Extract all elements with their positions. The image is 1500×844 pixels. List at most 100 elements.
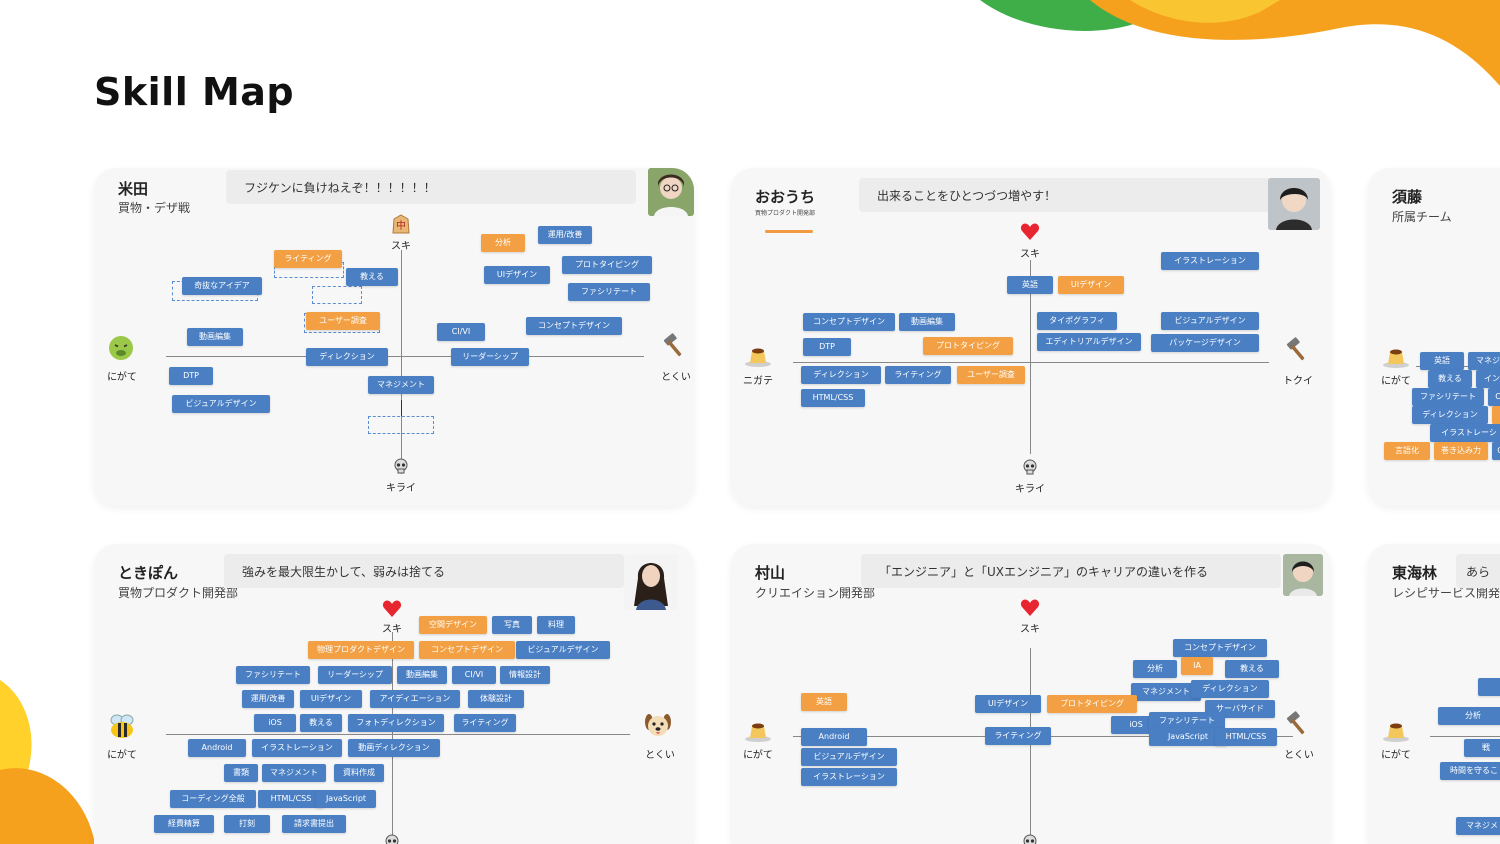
axis-label-right: とくい <box>661 372 691 383</box>
skill-tag: ライティング <box>274 250 342 268</box>
skill-tag: タイポグラフィ <box>1037 312 1117 330</box>
skill-tag: リーダーシップ <box>318 666 392 684</box>
member-name: ときぽん <box>118 564 179 582</box>
member-avatar <box>624 554 678 610</box>
skill-tag: ファシリテート <box>236 666 310 684</box>
skill-tag: マネジメ <box>1456 817 1500 835</box>
skill-tag: 体験設計 <box>468 690 524 708</box>
skill-tag: コンセプトデザイン <box>419 641 515 659</box>
skill-tag: 分析 <box>1133 660 1177 678</box>
axis-horizontal <box>1430 736 1500 737</box>
skill-tag: リーダーシップ <box>451 348 529 366</box>
skill-tag: 動画編集 <box>899 313 955 331</box>
skill-tag: プロトタイピング <box>562 256 652 274</box>
skill-tag: DTP <box>803 338 851 356</box>
skill-card-ouchi: おおうち 買物プロダクト開発部 出来ることをひとつづつ増やす！ スキ キライ ニ… <box>731 168 1331 506</box>
skill-tag: 写真 <box>492 616 532 634</box>
skill-tag: 教える <box>1225 660 1279 678</box>
member-dept: 所属チーム <box>1392 210 1452 224</box>
member-name: 須藤 <box>1392 188 1423 206</box>
skill-tag: 請求書提出 <box>282 815 346 833</box>
skill-tag: ライティング <box>885 366 951 384</box>
axis-vertical <box>1030 648 1031 844</box>
skill-tag: イラストレーション <box>801 768 897 786</box>
skill-tag: ライティング <box>454 714 516 732</box>
skill-tag: ファシリテート <box>568 283 650 301</box>
heart-icon <box>382 599 402 619</box>
skill-tag: コンセプトデザイン <box>1173 639 1267 657</box>
skill-card-tokipon: ときぽん 買物プロダクト開発部 強みを最大限生かして、弱みは捨てる スキ にがて… <box>94 544 694 844</box>
skill-tag: iOS <box>254 714 296 732</box>
skill-tag: マネジメント <box>262 764 326 782</box>
axis-label-top: スキ <box>1020 624 1040 635</box>
skill-tag: ビジュアルデザイン <box>801 748 897 766</box>
skill-tag: マネジ <box>1468 352 1500 370</box>
skill-tag: プロトタイピング <box>923 337 1013 355</box>
placeholder-box <box>368 416 434 434</box>
member-name: 東海林 <box>1392 564 1438 582</box>
placeholder-box <box>312 286 362 304</box>
member-dept: 買物プロダクト開発部 <box>118 586 239 600</box>
member-motto: フジケンに負けねえぞ！！！！！！ <box>226 170 636 204</box>
skill-tag: ビジュアルデザイン <box>516 641 610 659</box>
skill-tag: ディレクション <box>306 348 388 366</box>
member-name: おおうち <box>755 188 816 206</box>
member-name: 村山 <box>755 564 786 582</box>
skill-tag: DTP <box>169 367 213 385</box>
member-dept: 買物プロダクト開発部 <box>755 210 816 217</box>
skill-tag: 動画編集 <box>397 666 447 684</box>
axis-label-left: にがて <box>743 750 773 761</box>
skill-tag: コンセプトデザイン <box>526 317 622 335</box>
axis-label-left: にがて <box>1381 750 1411 761</box>
axis-label-left: にがて <box>107 750 137 761</box>
skill-tag: コーディング全般 <box>170 790 256 808</box>
skill-tag: ファシリテート <box>1412 388 1484 406</box>
skill-tag: コンセプトデザイン <box>803 313 895 331</box>
skill-tag: 分析 <box>1438 707 1500 725</box>
axis-label-right: トクイ <box>1283 376 1313 387</box>
hammer-icon <box>1283 710 1311 738</box>
skill-tag: UIデザイン <box>484 266 550 284</box>
skill-tag: C <box>1488 388 1500 406</box>
skill-card-yoneda: 米田 買物・デザ戦 フジケンに負けねえぞ！！！！！！ 中 スキ キライ にがて … <box>94 168 694 506</box>
pudding-icon <box>744 345 772 367</box>
member-dept: 買物・デザ戦 <box>118 201 191 215</box>
skill-tag: ディレクション <box>801 366 881 384</box>
skill-tag: ライティング <box>985 727 1051 745</box>
bee-icon <box>107 712 137 740</box>
skill-tag: CI/VI <box>437 323 485 341</box>
skill-tag: 情報設計 <box>500 666 550 684</box>
skill-card-murayama: 村山 クリエイション開発部 「エンジニア」と「UXエンジニア」のキャリアの違いを… <box>731 544 1331 844</box>
skull-icon <box>384 834 400 844</box>
skull-icon <box>393 458 409 474</box>
skill-tag: イラストレーシ <box>1430 424 1500 442</box>
skill-tag: エディトリアルデザイン <box>1037 333 1141 351</box>
skill-tag: C <box>1492 442 1500 460</box>
skill-tag: 経費精算 <box>154 815 214 833</box>
skill-tag: 時間を守るこ <box>1440 762 1500 780</box>
skill-tag: 教える <box>1428 370 1472 388</box>
skill-card-shoji: 東海林 レシピサービス開発 あら にがて 分析 戦 時間を守るこ マネジメ <box>1368 544 1500 844</box>
member-name: 米田 <box>118 180 149 198</box>
member-motto: 「エンジニア」と「UXエンジニア」のキャリアの違いを作る <box>861 554 1281 588</box>
skill-tag: IA <box>1181 657 1213 675</box>
skill-tag: 英語 <box>1007 276 1053 294</box>
skill-tag: 教える <box>300 714 342 732</box>
arrow-line <box>401 400 402 416</box>
skill-tag: 運用/改善 <box>242 690 294 708</box>
axis-label-left: ニガテ <box>743 376 773 387</box>
skill-tag: マネジメント <box>368 376 434 394</box>
skill-tag: 奇抜なアイデア <box>182 277 262 295</box>
skill-tag: 英語 <box>801 693 847 711</box>
skill-tag: ディレクション <box>1191 680 1269 698</box>
axis-label-top: スキ <box>382 624 402 635</box>
member-motto: 出来ることをひとつづつ増やす！ <box>859 178 1271 212</box>
name-underline <box>765 230 813 233</box>
axis-label-left: にがて <box>1381 376 1411 387</box>
skill-tag: HTML/CSS <box>801 389 865 407</box>
hammer-icon <box>660 332 688 360</box>
skill-tag: ビジュアルデザイン <box>172 395 270 413</box>
member-avatar <box>1283 554 1323 596</box>
skill-tag: ディレクション <box>1412 406 1488 424</box>
skill-tag <box>1492 406 1500 424</box>
